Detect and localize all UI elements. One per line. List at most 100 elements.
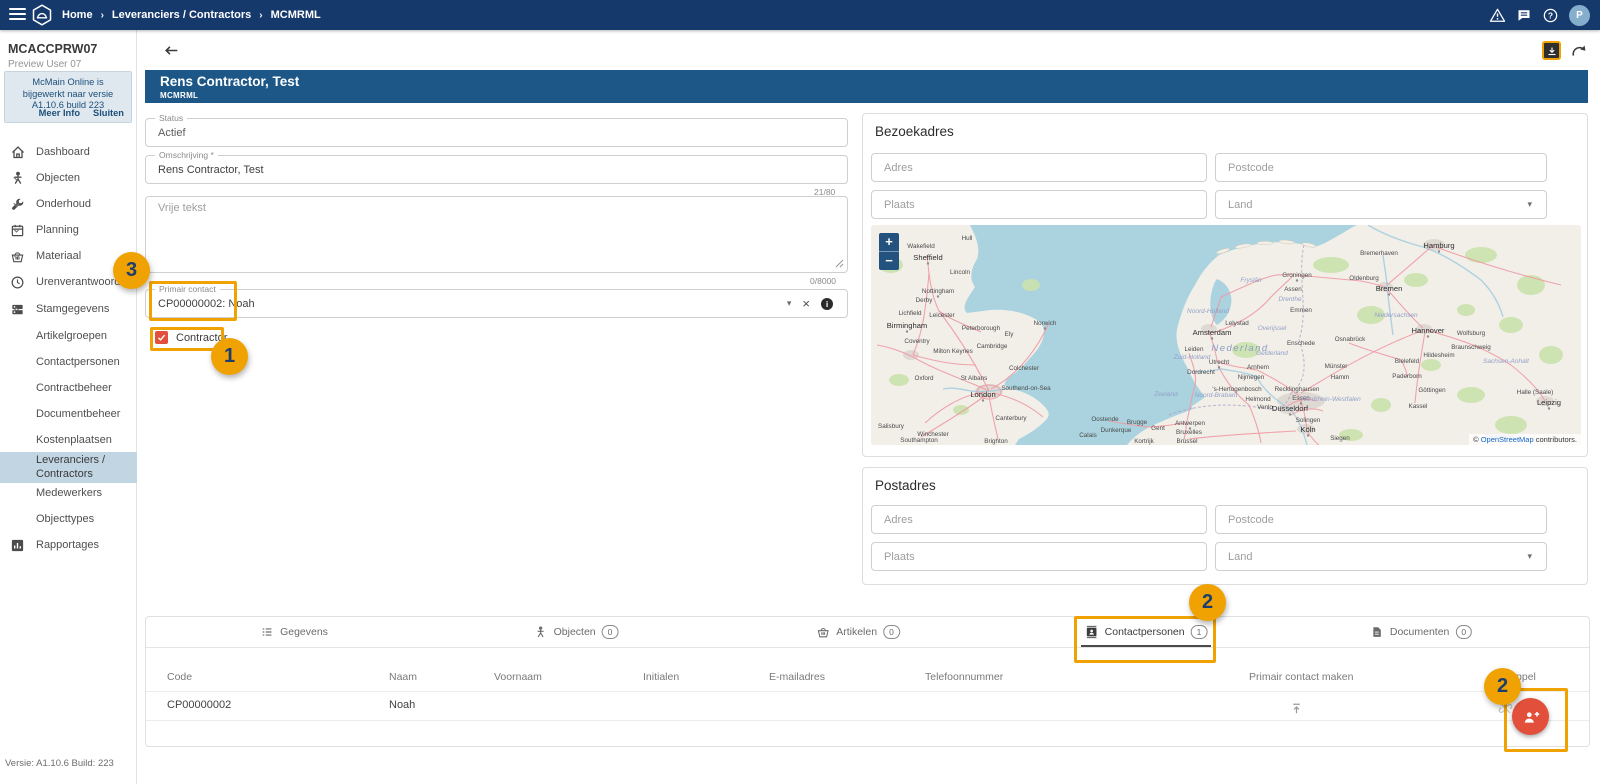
unlink-button[interactable] [1498,701,1513,716]
map-label: Oxford [915,375,934,382]
sidebar-item-onderhoud[interactable]: Onderhoud [0,191,137,217]
sidebar-item-objecten[interactable]: Objecten [0,165,137,191]
map-label: Arnhem [1247,364,1269,371]
breadcrumb-leveranciers[interactable]: Leveranciers / Contractors [112,9,251,21]
tab-artikelen[interactable]: Artikelen 0 [816,617,900,647]
visit-address-title: Bezoekadres [875,124,954,139]
resize-handle[interactable] [835,257,844,269]
map-zoom-in-button[interactable]: + [879,233,899,251]
map-label: Hannover [1412,326,1445,335]
clear-icon[interactable]: × [802,297,810,310]
sidebar-item-documentbeheer[interactable]: Documentbeheer [0,401,137,427]
map-zoom-out-button[interactable]: − [879,252,899,270]
map-label: Niedersachsen [1374,312,1418,319]
postal-land-field[interactable]: Land ▾ [1215,542,1547,571]
contact-card-icon [1085,625,1099,639]
checkbox-checked-icon [155,331,168,344]
map-label: St Albans [961,375,988,382]
map-label: Overijssel [1258,325,1287,332]
visit-plaats-field[interactable]: Plaats [871,190,1207,219]
redo-button[interactable] [1570,42,1587,59]
tab-count-badge: 0 [1455,625,1472,639]
dropdown-caret-icon[interactable]: ▾ [1527,551,1532,562]
visit-land-field[interactable]: Land ▾ [1215,190,1547,219]
openstreetmap-link[interactable]: OpenStreetMap [1481,435,1534,444]
mcmain-logo-icon[interactable] [31,4,53,26]
cell-code: CP00000002 [167,699,231,711]
map-label: Leicester [929,312,955,319]
sidebar-item-contactpersonen[interactable]: Contactpersonen [0,349,137,375]
map-label: Sheffield [913,253,942,262]
save-button[interactable] [1542,41,1561,60]
postal-adres-field[interactable]: Adres [871,505,1207,534]
postal-address-title: Postadres [875,478,936,493]
breadcrumb-home[interactable]: Home [62,9,93,21]
avatar[interactable]: P [1569,5,1590,26]
map-label: Salisbury [878,423,905,430]
col-primair-contact-maken: Primair contact maken [1249,671,1353,683]
home-icon [10,144,26,160]
postal-plaats-field[interactable]: Plaats [871,542,1207,571]
sidebar-item-urenverantwoording[interactable]: Urenverantwoording [0,269,137,295]
contractor-checkbox[interactable]: Contractor [155,331,227,344]
sidebar-item-dashboard[interactable]: Dashboard [0,139,137,165]
info-icon[interactable]: i [821,298,833,310]
sidebar-item-artikelgroepen[interactable]: Artikelgroepen [0,323,137,349]
map-label: Hamburg [1423,241,1454,250]
dropdown-caret-icon[interactable]: ▾ [1527,199,1532,210]
postal-postcode-field[interactable]: Postcode [1215,505,1547,534]
tab-objecten[interactable]: Objecten 0 [534,617,619,647]
map-label: Nordrhein-Westfalen [1301,396,1361,403]
sidebar-item-contractbeheer[interactable]: Contractbeheer [0,375,137,401]
map[interactable]: + − [871,225,1581,445]
map-label: Braunschweig [1451,344,1491,351]
status-field[interactable]: Status Actief [145,118,848,147]
dropdown-caret-icon[interactable]: ▾ [787,298,792,309]
map-label: Zuid-Holland [1173,354,1211,361]
sidebar-item-objecttypes[interactable]: Objecttypes [0,506,137,532]
map-label: Hildesheim [1423,352,1454,359]
sidebar-item-leveranciers-contractors[interactable]: Leveranciers / Contractors [0,452,137,483]
free-text-field[interactable]: Vrije tekst [145,196,848,273]
sidebar-item-kostenplaatsen[interactable]: Kostenplaatsen [0,427,137,453]
tab-contactpersonen[interactable]: Contactpersonen 1 [1085,617,1208,647]
map-label: Hull [962,235,973,242]
save-icon [1545,44,1559,58]
map-label: Nijmegen [1238,374,1265,381]
feedback-icon[interactable] [1516,7,1532,23]
close-notice-button[interactable]: Sluiten [93,108,124,118]
sidebar-item-planning[interactable]: Planning [0,217,137,243]
related-data-panel: Gegevens Objecten 0 Artikelen 0 Contactp… [145,616,1590,747]
col-ontkoppelen: Ontkoppelen [1488,671,1536,683]
basket-icon [816,625,830,639]
map-label: Coventry [904,338,930,345]
visit-address-card: Bezoekadres Adres Postcode Plaats Land ▾… [862,113,1588,457]
make-primary-contact-button[interactable] [1289,701,1304,716]
sidebar-item-rapportages[interactable]: Rapportages [0,532,137,558]
col-naam: Naam [389,671,417,683]
cell-naam: Noah [389,699,415,711]
tab-count-badge: 1 [1191,625,1208,639]
visit-postcode-field[interactable]: Postcode [1215,153,1547,182]
primary-contact-field[interactable]: Primair contact CP00000002: Noah ▾ × i [145,289,848,318]
tab-gegevens[interactable]: Gegevens [260,617,328,647]
help-icon[interactable] [1542,7,1559,24]
add-contact-fab[interactable] [1512,698,1549,735]
map-label: Emmen [1290,307,1312,314]
publish-icon [1289,701,1304,716]
description-field[interactable]: Omschrijving * Rens Contractor, Test [145,155,848,184]
back-button[interactable] [163,42,180,59]
map-label: Antwerpen [1175,420,1206,427]
more-info-button[interactable]: Meer Info [39,108,80,118]
sidebar-item-stamgegevens[interactable]: Stamgegevens [0,296,137,322]
sidebar-item-materiaal[interactable]: Materiaal [0,243,137,269]
version-text: Versie: A1.10.6 Build: 223 [5,758,114,769]
alerts-icon[interactable] [1489,7,1506,24]
visit-adres-field[interactable]: Adres [871,153,1207,182]
tab-documenten[interactable]: Documenten 0 [1370,617,1472,647]
menu-icon[interactable] [9,8,26,21]
map-label: Brussel [1177,438,1198,445]
map-label: Noord-Holland [1187,308,1229,315]
workspace-name: MCACCPRW07 [8,42,97,56]
sidebar-item-medewerkers[interactable]: Medewerkers [0,480,137,506]
